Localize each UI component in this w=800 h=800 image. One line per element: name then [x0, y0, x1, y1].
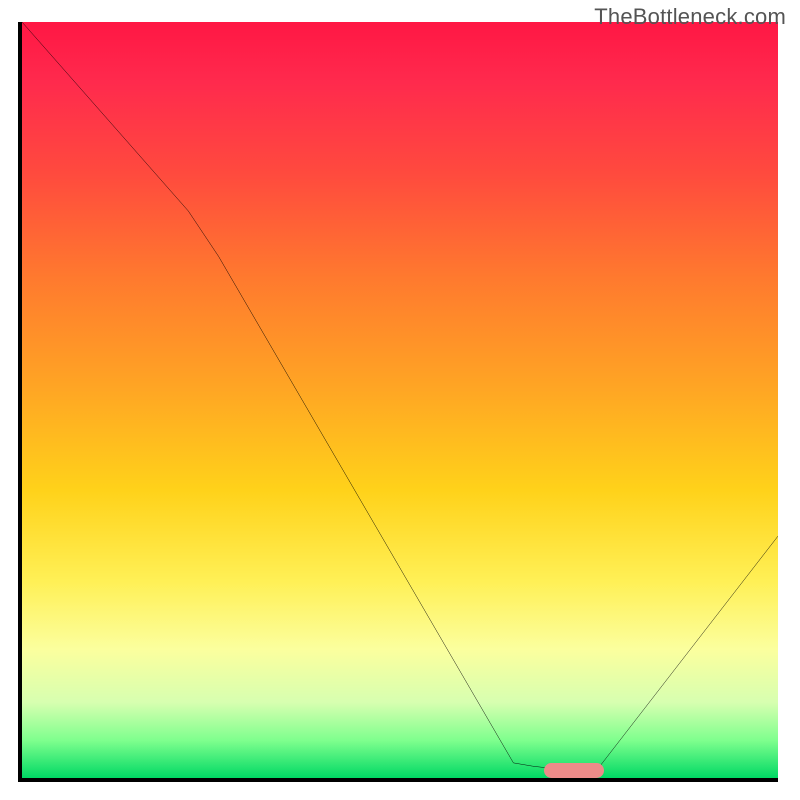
optimal-range-marker — [544, 763, 604, 778]
x-axis — [18, 778, 778, 782]
bottleneck-chart: TheBottleneck.com — [0, 0, 800, 800]
y-axis — [18, 22, 22, 782]
watermark-text: TheBottleneck.com — [594, 4, 786, 30]
bottleneck-curve-path — [22, 22, 778, 770]
curve-layer — [22, 22, 778, 778]
